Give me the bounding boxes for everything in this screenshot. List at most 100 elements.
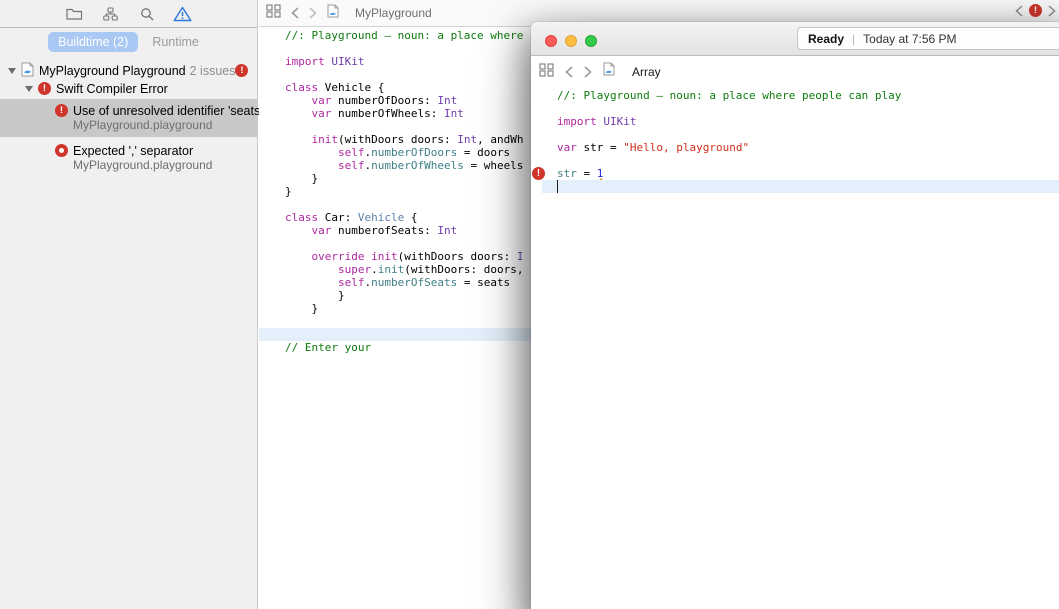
code-line[interactable]: str = 1! <box>532 167 1059 181</box>
tree-root-title: MyPlayground Playground <box>39 63 186 78</box>
issue-file: MyPlayground.playground <box>73 158 213 172</box>
code-token: = doors <box>457 146 511 159</box>
code-token: numberofSeats: <box>331 224 438 237</box>
tree-group-title: Swift Compiler Error <box>56 81 168 96</box>
code-token: } <box>285 289 345 302</box>
zoom-button[interactable] <box>585 35 597 47</box>
code-token: Int <box>437 94 458 107</box>
issue-file: MyPlayground.playground <box>73 118 213 132</box>
code-token: init <box>311 133 339 146</box>
tree-root-issue-count: 2 issues <box>189 63 236 78</box>
code-token: (withDoors doors: <box>338 133 458 146</box>
forward-chevron-icon[interactable] <box>309 7 317 19</box>
issue-title: Expected ',' separator <box>73 143 194 158</box>
code-token: { <box>404 211 418 224</box>
close-button[interactable] <box>545 35 557 47</box>
code-line[interactable]: import UIKit <box>542 115 1059 128</box>
back-chevron-icon[interactable] <box>565 65 573 78</box>
code-token: numberOfDoors: <box>331 94 438 107</box>
code-token: numberOfWheels: <box>331 107 444 120</box>
code-token: (withDoors doors: <box>397 250 517 263</box>
issue-row-expected-separator[interactable]: Expected ',' separator MyPlayground.play… <box>0 139 257 177</box>
code-token: var <box>557 141 577 154</box>
code-line[interactable] <box>542 102 1059 115</box>
array-jump-bar: Array <box>531 56 1059 87</box>
next-issue-icon[interactable] <box>1048 4 1056 17</box>
navigator-sidebar: Buildtime (2) Runtime MyPlayground Playg… <box>0 0 263 609</box>
playground-file-icon <box>327 4 339 23</box>
disclosure-triangle-icon[interactable] <box>8 67 16 74</box>
code-token: Vehicle <box>357 211 405 224</box>
status-divider: | <box>852 31 856 46</box>
code-token: numberOfDoors <box>371 146 458 159</box>
code-token: import <box>557 115 597 128</box>
code-token: self <box>337 276 365 289</box>
error-icon: ! <box>38 82 51 95</box>
code-token: = wheels <box>463 159 524 172</box>
issue-stepper: ! <box>1015 4 1056 17</box>
jump-bar-file-label[interactable]: MyPlayground <box>355 6 432 20</box>
gutter-error-badge[interactable]: ! <box>532 167 545 180</box>
project-navigator-icon[interactable] <box>65 5 85 23</box>
code-token: class <box>285 81 319 94</box>
previous-issue-icon[interactable] <box>1015 4 1023 17</box>
activity-viewer: Ready | Today at 7:56 PM <box>797 27 1059 50</box>
jump-bar-file-label[interactable]: Array <box>632 65 661 79</box>
filter-buildtime-segment[interactable]: Buildtime (2) <box>48 32 139 52</box>
array-code-editor[interactable]: //: Playground — noun: a place where peo… <box>531 87 1059 193</box>
code-token: Int <box>443 107 464 120</box>
text-cursor <box>557 180 558 193</box>
code-token: str <box>557 167 577 180</box>
filter-runtime-segment[interactable]: Runtime <box>142 32 209 52</box>
code-line[interactable]: var str = "Hello, playground" <box>542 141 1059 154</box>
issue-navigator-icon[interactable] <box>173 5 193 23</box>
code-token: Int <box>457 133 478 146</box>
issue-filter-segmented-control: Buildtime (2) Runtime <box>0 28 257 56</box>
code-line[interactable] <box>542 154 1059 167</box>
status-timestamp: Today at 7:56 PM <box>863 31 957 46</box>
navigator-toolbar <box>0 0 257 28</box>
issue-row-unresolved-identifier[interactable]: ! Use of unresolved identifier 'seats' M… <box>0 99 263 137</box>
fixit-token: 1 <box>596 167 604 181</box>
code-token: self <box>337 159 365 172</box>
code-token: str = <box>576 141 624 154</box>
error-icon: ! <box>55 104 68 117</box>
code-token: Int <box>437 224 458 237</box>
tree-row-playground-root[interactable]: MyPlayground Playground 2 issues ! <box>0 62 257 79</box>
code-token: super <box>337 263 372 276</box>
window-titlebar[interactable]: Ready | Today at 7:56 PM <box>531 22 1059 56</box>
code-token: } <box>285 172 319 185</box>
disclosure-triangle-icon[interactable] <box>25 85 33 92</box>
minimize-button[interactable] <box>565 35 577 47</box>
back-chevron-icon[interactable] <box>291 7 299 19</box>
code-token: . <box>371 263 378 276</box>
code-line[interactable]: //: Playground — noun: a place where peo… <box>542 89 1059 102</box>
code-token: numberOfWheels <box>371 159 464 172</box>
issue-stepper-error-badge[interactable]: ! <box>1029 4 1042 17</box>
related-items-icon[interactable] <box>266 3 281 23</box>
code-token: //: Playground — noun: a place where <box>285 29 524 42</box>
code-token: init <box>371 250 398 263</box>
code-token: override <box>311 250 365 263</box>
tree-row-compiler-error-group[interactable]: ! Swift Compiler Error <box>0 80 257 97</box>
code-token: import <box>285 55 325 68</box>
related-items-icon[interactable] <box>539 62 554 82</box>
code-token: //: Playground — noun: a place where peo… <box>557 89 902 102</box>
symbol-navigator-icon[interactable] <box>101 5 121 23</box>
find-navigator-icon[interactable] <box>137 5 157 23</box>
code-token: var <box>311 107 332 120</box>
code-line[interactable] <box>542 128 1059 141</box>
code-line[interactable] <box>542 180 1059 193</box>
playground-file-icon <box>603 62 615 81</box>
array-playground-window: Ready | Today at 7:56 PM Array //: Playg… <box>531 22 1059 609</box>
code-token: var <box>311 94 332 107</box>
forward-chevron-icon[interactable] <box>584 65 592 78</box>
code-token: // Enter your <box>285 341 372 354</box>
code-token: = seats <box>457 276 511 289</box>
